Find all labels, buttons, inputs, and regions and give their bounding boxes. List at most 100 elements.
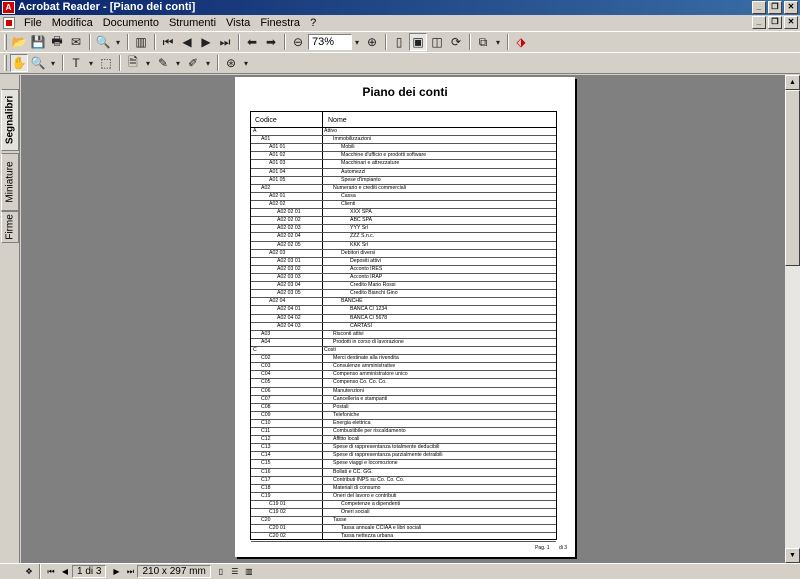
row-name: Acconto IRES <box>350 265 383 272</box>
pencil-dropdown-icon[interactable]: ▾ <box>173 54 183 72</box>
previous-page-icon[interactable]: ◀ <box>178 33 196 51</box>
scroll-thumb[interactable] <box>785 90 800 266</box>
row-code: A02 03 05 <box>277 290 301 297</box>
highlight-icon[interactable]: ✐ <box>184 54 202 72</box>
table-row: C04 Compenso amministratore unico <box>251 371 556 380</box>
move-icon[interactable]: ✥ <box>22 567 36 576</box>
status-first-page-icon[interactable]: ⏮ <box>44 567 58 577</box>
menu-vista[interactable]: Vista <box>221 17 255 29</box>
minimize-button[interactable]: _ <box>752 1 766 14</box>
zoom-in-icon[interactable]: ⊕ <box>363 33 381 51</box>
row-name: Postali <box>333 403 349 410</box>
zoom-out-icon[interactable]: ⊖ <box>289 33 307 51</box>
status-next-page-icon[interactable]: ▶ <box>109 567 123 576</box>
layout-icon[interactable]: ⧉ <box>474 33 492 51</box>
single-page-icon[interactable]: ▯ <box>214 567 228 576</box>
print-icon[interactable]: 🖶 <box>48 33 66 51</box>
menu-modifica[interactable]: Modifica <box>47 17 98 29</box>
menu-file[interactable]: File <box>19 17 47 29</box>
tab-miniature[interactable]: Miniature <box>1 153 19 211</box>
hand-tool-icon[interactable]: ✋ <box>10 54 28 72</box>
row-code: A02 03 02 <box>277 265 301 272</box>
first-page-icon[interactable]: ⏮ <box>159 33 177 51</box>
row-code: C11 <box>261 428 271 435</box>
table-row: C09 Telefoniche <box>251 412 556 420</box>
highlight-dropdown-icon[interactable]: ▾ <box>203 54 213 72</box>
row-name: XXX SPA <box>350 209 372 216</box>
zoom-tool-icon[interactable]: 🔍 <box>29 54 47 72</box>
table-row: C20 02 Tassa nettezza urbana <box>251 533 556 542</box>
row-code: A01 <box>261 136 271 143</box>
menu-help[interactable]: ? <box>305 17 321 29</box>
table-header: Codice Nome <box>251 112 556 128</box>
menu-documento[interactable]: Documento <box>98 17 164 29</box>
page-number-field[interactable]: 1 di 3 <box>72 565 107 578</box>
rotate-icon[interactable]: ⟳ <box>447 33 465 51</box>
zoom-tool-dropdown-icon[interactable]: ▾ <box>48 54 58 72</box>
open-icon[interactable]: 📂 <box>10 33 28 51</box>
chevron-down-icon[interactable]: ▾ <box>113 33 123 51</box>
row-name: CARTASI <box>350 322 373 329</box>
status-last-page-icon[interactable]: ⏭ <box>123 567 137 577</box>
table-row: A01 02 Macchine d'ufficio e prodotti soft… <box>251 152 556 161</box>
last-page-icon[interactable]: ⏭ <box>216 33 234 51</box>
text-select-icon[interactable]: T <box>67 54 85 72</box>
row-code: C10 <box>261 419 271 426</box>
continuous-icon[interactable]: ☰ <box>228 567 242 576</box>
row-code: C05 <box>261 379 271 386</box>
row-code: C02 <box>261 355 271 362</box>
row-code: A01 03 <box>269 160 286 167</box>
row-name: Automezzi <box>341 168 366 175</box>
search-icon[interactable]: 🔍 <box>94 33 112 51</box>
acrobat-online-icon[interactable]: ⬗ <box>512 33 530 51</box>
row-name: Attivo <box>324 128 337 134</box>
row-code: C17 <box>261 476 271 483</box>
row-code: C09 <box>261 411 271 418</box>
restore-button[interactable]: ❐ <box>768 1 782 14</box>
row-code: A02 02 01 <box>277 209 301 216</box>
row-name: Spese d'impianto <box>341 176 381 183</box>
table-row: A02 04 BANCHE <box>251 298 556 307</box>
pencil-icon[interactable]: ✎ <box>154 54 172 72</box>
zoom-input[interactable]: 73% <box>308 34 352 50</box>
stamp-dropdown-icon[interactable]: ▾ <box>241 54 251 72</box>
close-button[interactable]: ✕ <box>784 1 798 14</box>
row-code: C04 <box>261 371 271 378</box>
layout-dropdown-icon[interactable]: ▾ <box>493 33 503 51</box>
tab-firme[interactable]: Firme <box>1 211 19 243</box>
status-previous-page-icon[interactable]: ◀ <box>58 567 72 576</box>
note-icon[interactable]: 🗎 <box>124 54 142 72</box>
fit-page-icon[interactable]: ▣ <box>409 33 427 51</box>
go-back-icon[interactable]: ⬅ <box>243 33 261 51</box>
row-code: C20 02 <box>269 533 286 540</box>
scroll-down-icon[interactable]: ▼ <box>785 548 800 563</box>
menu-strumenti[interactable]: Strumenti <box>164 17 221 29</box>
table-row: C17 Contributi INPS su Co. Co. Co. <box>251 477 556 485</box>
doc-close-button[interactable]: ✕ <box>784 16 798 29</box>
graphics-select-icon[interactable]: ⬚ <box>97 54 115 72</box>
note-dropdown-icon[interactable]: ▾ <box>143 54 153 72</box>
facing-icon[interactable]: ▥ <box>242 567 256 576</box>
next-page-icon[interactable]: ▶ <box>197 33 215 51</box>
text-select-dropdown-icon[interactable]: ▾ <box>86 54 96 72</box>
go-forward-icon[interactable]: ➡ <box>262 33 280 51</box>
vertical-scrollbar[interactable]: ▲ ▼ <box>785 75 800 563</box>
zoom-dropdown-icon[interactable]: ▾ <box>352 33 362 51</box>
fit-width-icon[interactable]: ◫ <box>428 33 446 51</box>
stamp-icon[interactable]: ⊛ <box>222 54 240 72</box>
table-row: C20 Tasse <box>251 517 556 526</box>
scroll-up-icon[interactable]: ▲ <box>785 75 800 90</box>
row-name: Credito Bianchi Gino <box>350 290 398 297</box>
row-name: Competenze a dipendenti <box>341 501 401 508</box>
save-icon[interactable]: 💾 <box>29 33 47 51</box>
navigation-pane-icon[interactable]: ▥ <box>132 33 150 51</box>
table-row: C13 Spese di rappresentanza totalmente de… <box>251 444 556 453</box>
doc-restore-button[interactable]: ❐ <box>768 16 782 29</box>
actual-size-icon[interactable]: ▯ <box>390 33 408 51</box>
table-row: A01 01 Mobili <box>251 144 556 153</box>
doc-minimize-button[interactable]: _ <box>752 16 766 29</box>
email-icon[interactable]: ✉ <box>67 33 85 51</box>
document-icon[interactable] <box>3 17 15 29</box>
menu-finestra[interactable]: Finestra <box>255 17 305 29</box>
tab-segnalibri[interactable]: Segnalibri <box>1 89 19 151</box>
